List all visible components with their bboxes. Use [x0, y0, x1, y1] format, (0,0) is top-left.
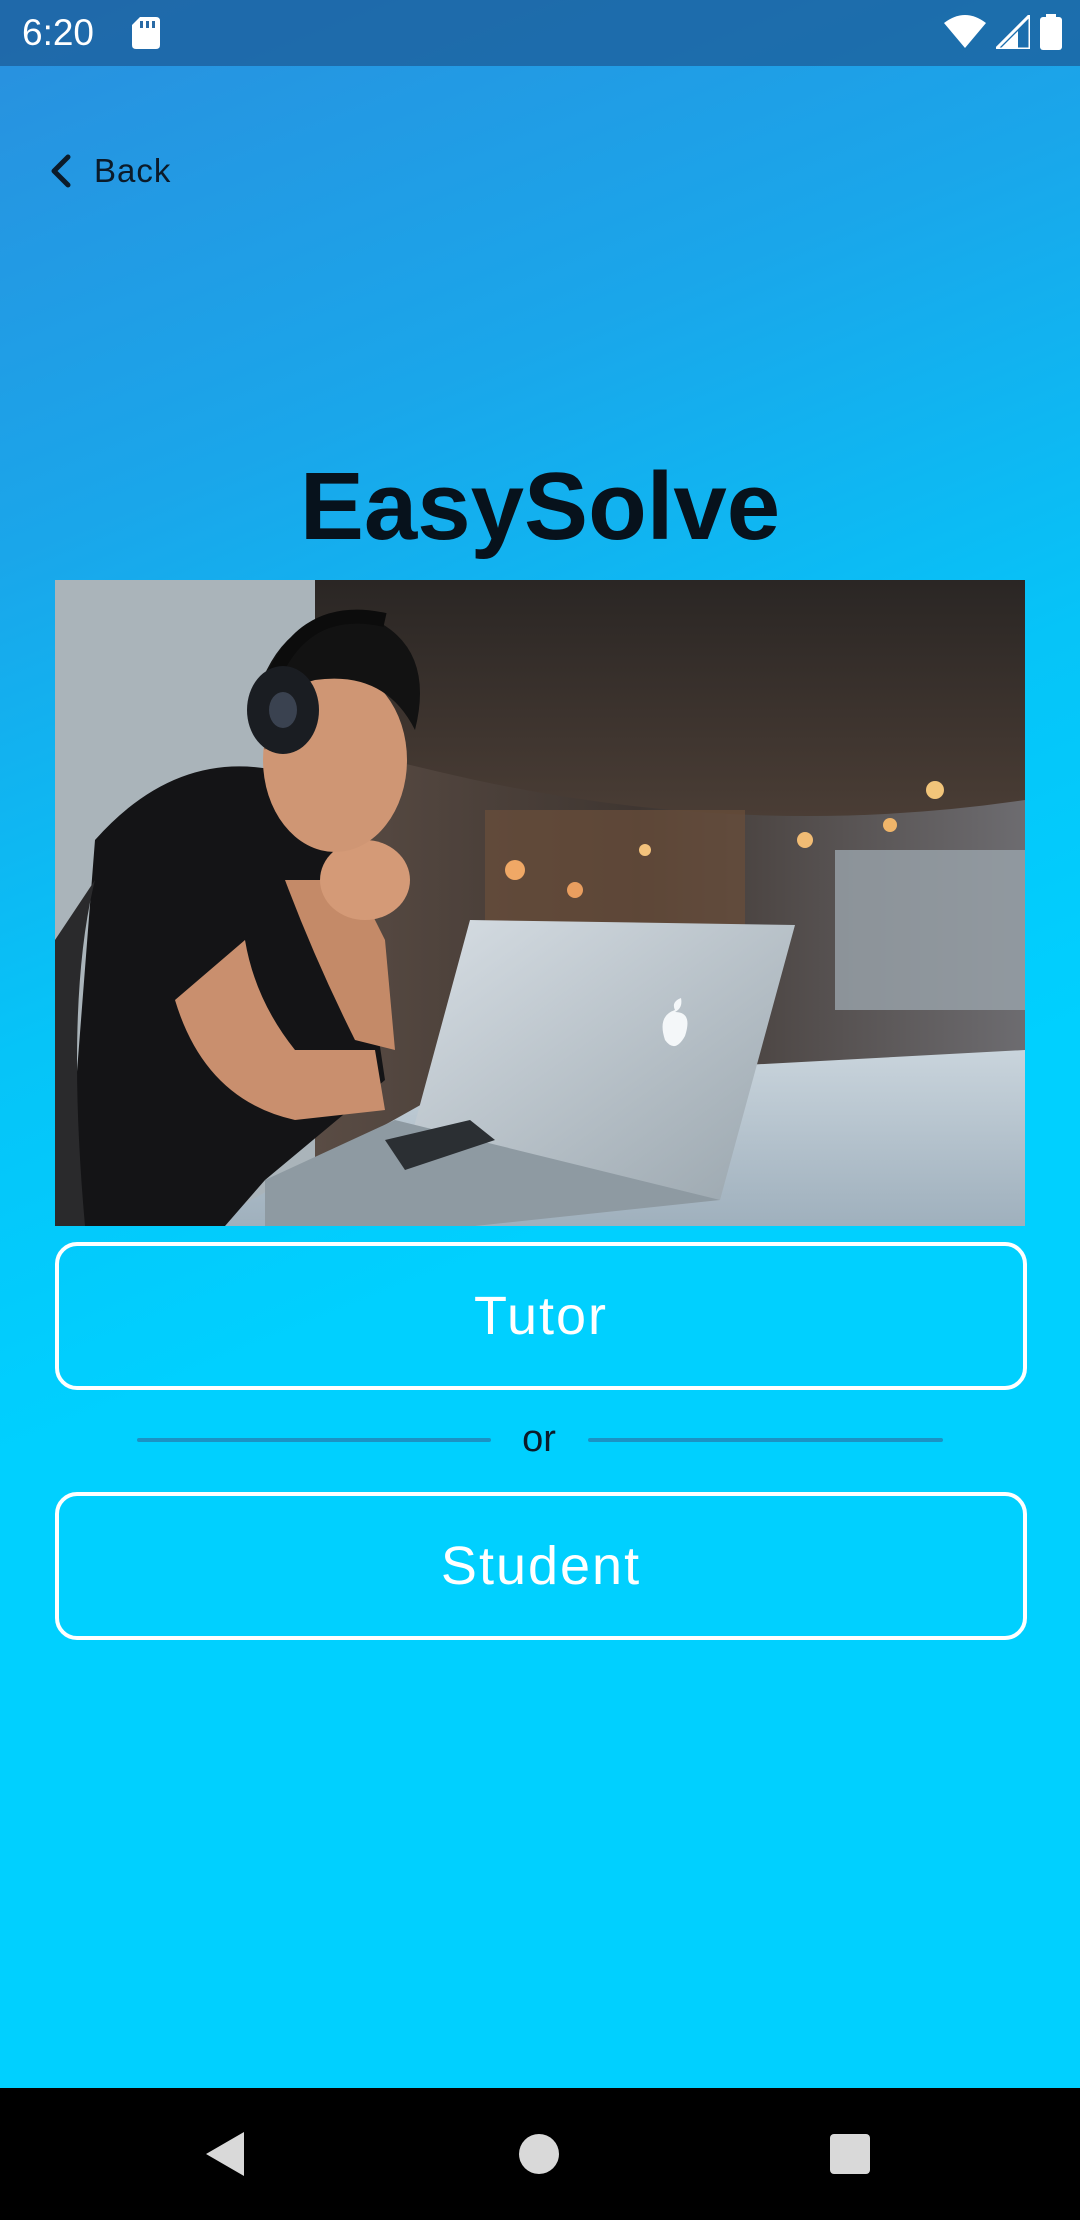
nav-recents-button[interactable]	[814, 2118, 886, 2190]
nav-back-button[interactable]	[190, 2118, 262, 2190]
screen: 6:20 Back EasySolve Tutor or Student	[0, 0, 1080, 2220]
status-icons	[944, 14, 1062, 50]
chevron-left-icon	[51, 154, 71, 188]
app-title: EasySolve	[299, 453, 781, 560]
sd-card-icon	[132, 17, 160, 49]
tutor-button[interactable]: Tutor	[55, 1242, 1027, 1390]
divider-line-right	[588, 1438, 943, 1442]
nav-home-button[interactable]	[503, 2118, 575, 2190]
divider-line-left	[137, 1438, 491, 1442]
hero-image	[55, 580, 1025, 1226]
navigation-bar	[0, 2088, 1080, 2220]
cellular-signal-icon	[996, 15, 1030, 49]
wifi-icon	[944, 15, 986, 48]
nav-back-icon	[206, 2132, 244, 2176]
status-bar: 6:20	[0, 0, 1080, 66]
status-time: 6:20	[22, 12, 95, 53]
battery-icon	[1040, 14, 1062, 50]
back-label: Back	[94, 152, 172, 189]
student-button[interactable]: Student	[55, 1492, 1027, 1640]
nav-home-icon	[519, 2134, 559, 2174]
back-button[interactable]: Back	[46, 144, 171, 198]
hero-photo	[55, 580, 1025, 1226]
divider-or-text: or	[522, 1418, 556, 1460]
nav-recents-icon	[830, 2134, 870, 2174]
